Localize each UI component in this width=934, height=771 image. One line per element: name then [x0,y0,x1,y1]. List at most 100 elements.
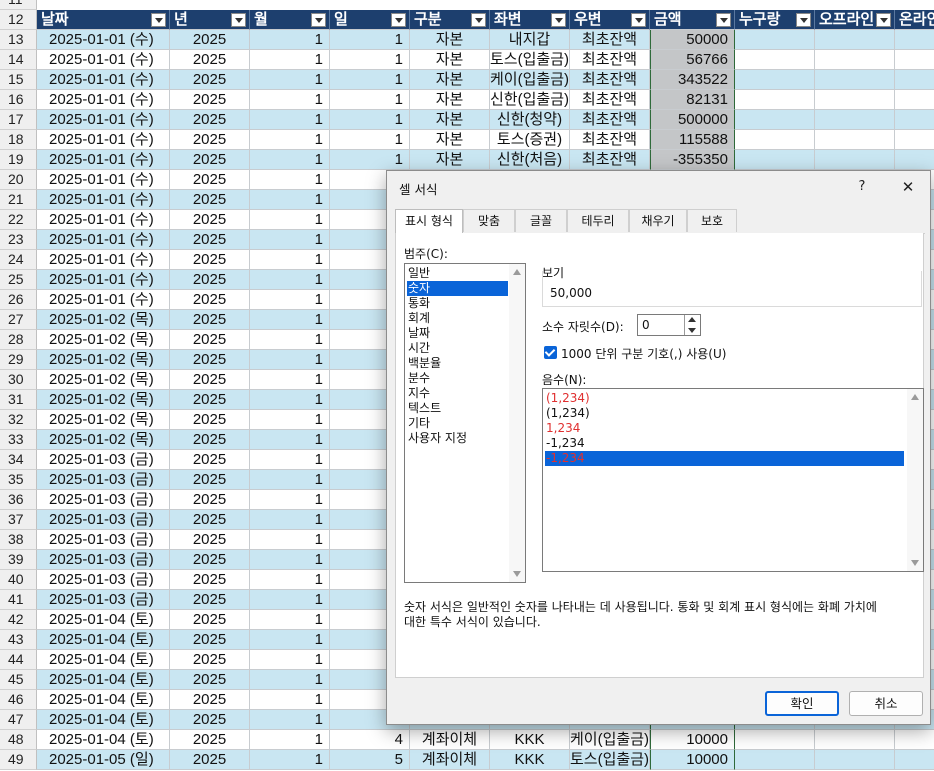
cell-month[interactable]: 1 [250,290,330,310]
cell-date[interactable]: 2025-01-02 (목) [37,370,170,390]
cell-date[interactable]: 2025-01-03 (금) [37,590,170,610]
tab-number[interactable]: 표시 형식 [395,209,463,234]
row-number[interactable]: 30 [0,370,37,390]
cell-offline[interactable] [815,30,895,50]
cell-date[interactable]: 2025-01-05 (일) [37,750,170,770]
category-item[interactable]: 일반 [407,266,508,281]
cell-month[interactable]: 1 [250,330,330,350]
cell-month[interactable]: 1 [250,550,330,570]
row-number[interactable]: 26 [0,290,37,310]
stepper-buttons[interactable] [684,315,700,335]
row-number[interactable]: 25 [0,270,37,290]
cell-amount[interactable]: 56766 [650,50,735,70]
cell-month[interactable]: 1 [250,490,330,510]
cell-month[interactable]: 1 [250,150,330,170]
help-icon[interactable]: ? [848,174,876,200]
thousands-separator-label[interactable]: 1000 단위 구분 기호(,) 사용(U) [561,345,726,362]
filter-dropdown-icon[interactable] [151,13,166,27]
cancel-button[interactable]: 취소 [849,691,923,716]
category-item[interactable]: 텍스트 [407,401,508,416]
cell-with[interactable] [735,130,815,150]
cell-online[interactable] [895,30,934,50]
filter-dropdown-icon[interactable] [391,13,406,27]
row-number[interactable]: 12 [0,10,37,30]
row-number[interactable]: 20 [0,170,37,190]
cell-year[interactable]: 2025 [170,570,250,590]
row-number[interactable]: 49 [0,750,37,770]
cell-online[interactable] [895,50,934,70]
cell-left[interactable]: 케이(입출금) [490,70,570,90]
cell-with[interactable] [735,50,815,70]
cell-date[interactable]: 2025-01-01 (수) [37,150,170,170]
scroll-up-icon[interactable] [513,269,521,275]
cell-date[interactable]: 2025-01-04 (토) [37,710,170,730]
cell-month[interactable]: 1 [250,710,330,730]
filter-dropdown-icon[interactable] [631,13,646,27]
cell-right[interactable]: 케이(입출금) [570,730,650,750]
cell-online[interactable] [895,750,934,770]
cell-year[interactable]: 2025 [170,470,250,490]
cell-year[interactable]: 2025 [170,350,250,370]
row-number[interactable]: 18 [0,130,37,150]
cell-year[interactable]: 2025 [170,30,250,50]
cell-month[interactable]: 1 [250,470,330,490]
cell-online[interactable] [895,70,934,90]
cell-online[interactable] [895,110,934,130]
cell-day[interactable]: 1 [330,150,410,170]
cell-right[interactable]: 최초잔액 [570,50,650,70]
cell-date[interactable]: 2025-01-03 (금) [37,490,170,510]
tab-border[interactable]: 테두리 [567,209,629,232]
cell-type[interactable]: 계좌이체 [410,730,490,750]
negative-format-option[interactable]: (1,234) [545,406,904,421]
row-number[interactable]: 22 [0,210,37,230]
tab-alignment[interactable]: 맞춤 [463,209,515,232]
row-number[interactable]: 14 [0,50,37,70]
cell-date[interactable]: 2025-01-01 (수) [37,90,170,110]
cell-date[interactable]: 2025-01-01 (수) [37,230,170,250]
cell-year[interactable]: 2025 [170,650,250,670]
negative-scrollbar[interactable] [907,389,923,571]
cell-year[interactable]: 2025 [170,750,250,770]
cell-month[interactable]: 1 [250,730,330,750]
cell-year[interactable]: 2025 [170,270,250,290]
cell-online[interactable] [895,150,934,170]
cell-year[interactable]: 2025 [170,170,250,190]
cell-year[interactable]: 2025 [170,730,250,750]
cell-day[interactable]: 4 [330,730,410,750]
cell-left[interactable]: 토스(입출금) [490,50,570,70]
column-header-type[interactable]: 구분 [410,10,490,30]
column-header-amount[interactable]: 금액 [650,10,735,30]
cell-with[interactable] [735,70,815,90]
cell-month[interactable]: 1 [250,510,330,530]
decimal-places-value[interactable]: 0 [642,318,650,332]
cell-year[interactable]: 2025 [170,390,250,410]
cell-date[interactable]: 2025-01-02 (목) [37,410,170,430]
category-item[interactable]: 시간 [407,341,508,356]
scroll-up-icon[interactable] [911,394,919,400]
cell-right[interactable]: 최초잔액 [570,70,650,90]
cell-type[interactable]: 자본 [410,150,490,170]
chevron-down-icon[interactable] [688,328,696,333]
row-number[interactable]: 21 [0,190,37,210]
cell-month[interactable]: 1 [250,270,330,290]
category-scrollbar[interactable] [509,264,525,582]
row-number[interactable]: 39 [0,550,37,570]
cell-right[interactable]: 최초잔액 [570,110,650,130]
cell-amount[interactable]: 343522 [650,70,735,90]
cell-amount[interactable]: 500000 [650,110,735,130]
cell-date[interactable]: 2025-01-01 (수) [37,290,170,310]
row-number[interactable]: 48 [0,730,37,750]
column-header-month[interactable]: 월 [250,10,330,30]
cell-offline[interactable] [815,90,895,110]
cell-with[interactable] [735,110,815,130]
row-number[interactable]: 46 [0,690,37,710]
row-number[interactable]: 31 [0,390,37,410]
cell-year[interactable]: 2025 [170,530,250,550]
row-number[interactable]: 27 [0,310,37,330]
cell-date[interactable]: 2025-01-02 (목) [37,430,170,450]
cell-year[interactable]: 2025 [170,510,250,530]
cell-date[interactable]: 2025-01-01 (수) [37,30,170,50]
cell-year[interactable]: 2025 [170,550,250,570]
row-number[interactable]: 33 [0,430,37,450]
cell-month[interactable]: 1 [250,410,330,430]
